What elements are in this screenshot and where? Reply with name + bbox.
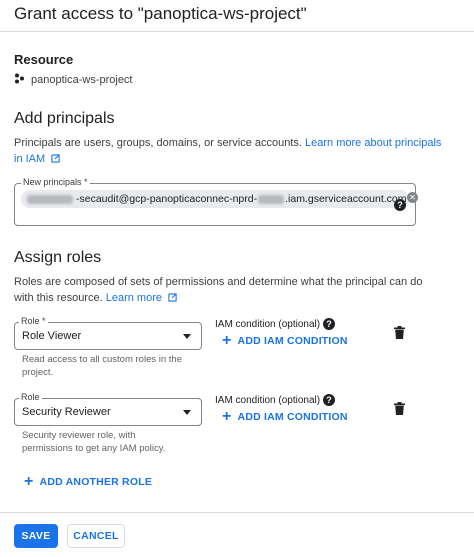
learn-more-roles-link[interactable]: Learn more <box>106 292 162 304</box>
principal-chip-text: -secaudit@gcp-panopticaconnec-nprd- <box>76 193 258 205</box>
principal-chip-domain: .iam.gserviceaccount.com <box>285 193 407 205</box>
role-select-label: Role <box>19 392 42 402</box>
role-hint-1-line2: project. <box>22 367 54 378</box>
principals-description-text: Principals are users, groups, domains, o… <box>14 137 302 149</box>
learn-more-principals-link[interactable]: Learn more about principals <box>305 137 441 149</box>
assign-roles-heading: Assign roles <box>14 249 102 266</box>
add-iam-condition-label: ADD IAM CONDITION <box>237 411 348 423</box>
new-principals-field[interactable]: New principals * -secaudit@gcp-panoptica… <box>14 177 416 226</box>
redacted-text <box>258 194 285 204</box>
role-select-2[interactable]: Role Security Reviewer <box>14 392 202 426</box>
role-select-value: Security Reviewer <box>22 406 111 418</box>
project-icon <box>14 71 25 89</box>
cancel-button[interactable]: CANCEL <box>67 524 125 548</box>
role-select-value: Role Viewer <box>22 330 82 342</box>
plus-icon: + <box>222 332 232 349</box>
chip-remove-icon[interactable]: ✕ <box>407 192 418 203</box>
dialog-footer: SAVE CANCEL <box>0 512 474 557</box>
help-icon[interactable]: ? <box>394 199 406 211</box>
add-another-role-button[interactable]: + ADD ANOTHER ROLE <box>24 473 153 490</box>
plus-icon: + <box>222 408 232 425</box>
add-principals-heading: Add principals <box>14 110 115 127</box>
add-iam-condition-label: ADD IAM CONDITION <box>237 335 348 347</box>
iam-condition-label-1: IAM condition (optional) <box>215 319 321 330</box>
roles-description-line2: with this resource. Learn more <box>14 290 177 306</box>
dialog-header: Grant access to "panoptica-ws-project" <box>0 0 474 32</box>
principal-chip[interactable]: -secaudit@gcp-panopticaconnec-nprd- .iam… <box>21 190 409 208</box>
add-iam-condition-button-1[interactable]: + ADD IAM CONDITION <box>222 332 348 349</box>
help-icon[interactable]: ? <box>323 318 335 330</box>
dropdown-caret-icon <box>183 410 191 415</box>
role-hint-1-line1: Read access to all custom roles in the <box>22 354 182 365</box>
add-another-role-label: ADD ANOTHER ROLE <box>39 476 153 488</box>
delete-role-icon-1[interactable] <box>394 326 405 339</box>
principals-description: Principals are users, groups, domains, o… <box>14 135 454 151</box>
help-icon[interactable]: ? <box>323 394 335 406</box>
resource-heading: Resource <box>14 52 74 67</box>
external-link-icon <box>168 293 177 302</box>
iam-condition-label-2: IAM condition (optional) <box>215 395 321 406</box>
plus-icon: + <box>24 473 34 490</box>
external-link-icon <box>51 154 60 163</box>
role-select-1[interactable]: Role * Role Viewer <box>14 316 202 350</box>
delete-role-icon-2[interactable] <box>394 402 405 415</box>
save-button[interactable]: SAVE <box>14 524 58 548</box>
dialog-title: Grant access to "panoptica-ws-project" <box>14 4 307 23</box>
resource-row: panoptica-ws-project <box>14 72 133 88</box>
roles-description-text: with this resource. <box>14 292 103 304</box>
resource-name: panoptica-ws-project <box>31 74 133 86</box>
dropdown-caret-icon <box>183 334 191 339</box>
redacted-text <box>27 194 73 204</box>
role-hint-2-line1: Security reviewer role, with <box>22 430 136 441</box>
role-select-label: Role * <box>19 316 48 326</box>
learn-more-principals-link-suffix[interactable]: in IAM <box>14 153 45 165</box>
roles-description-line1: Roles are composed of sets of permission… <box>14 276 423 288</box>
add-iam-condition-button-2[interactable]: + ADD IAM CONDITION <box>222 408 348 425</box>
role-hint-2-line2: permissions to get any IAM policy. <box>22 443 166 454</box>
new-principals-label: New principals * <box>21 177 90 187</box>
principals-link-line2: in IAM <box>14 151 60 167</box>
